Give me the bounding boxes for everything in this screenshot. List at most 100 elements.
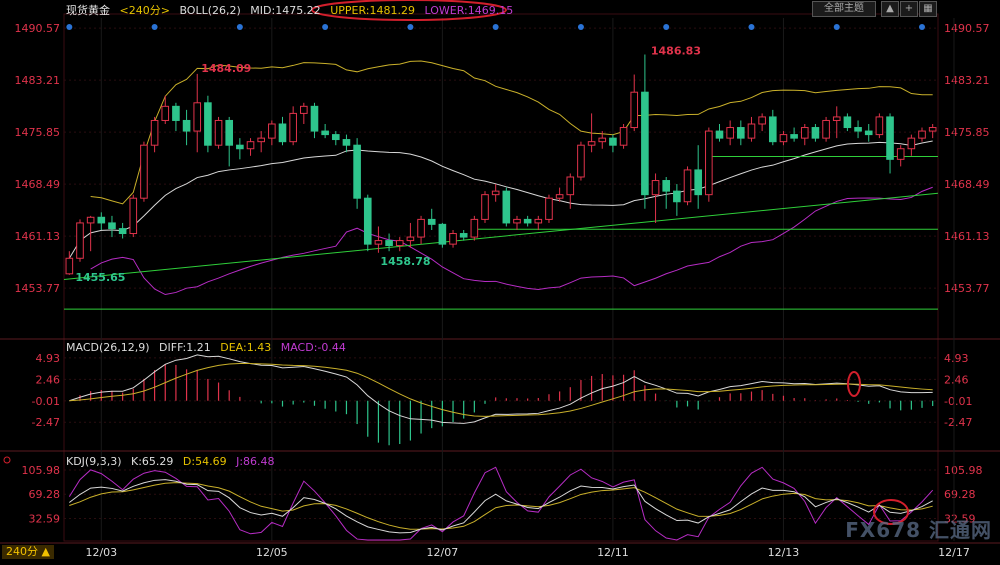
candle-body — [129, 197, 138, 235]
candle-body — [86, 216, 95, 224]
candle-body — [513, 218, 521, 224]
candle-body — [278, 123, 287, 143]
boll-upper-value: UPPER:1481.29 — [330, 4, 415, 17]
candle-body — [715, 130, 724, 139]
candle-body — [97, 216, 106, 224]
candle-body — [641, 91, 649, 196]
price-tick-label-left: 1461.13 — [15, 230, 61, 243]
macd-title: MACD(26,12,9) — [66, 341, 150, 354]
candle-body — [587, 141, 596, 146]
annotation-low-left: 1455.65 — [75, 271, 125, 284]
candle-body — [449, 233, 457, 245]
instrument-name: 现货黄金 — [66, 4, 110, 17]
macd-tick-label-left: -0.01 — [32, 395, 60, 408]
price-tick-label-left: 1475.85 — [15, 126, 61, 139]
boll-mid-line — [68, 140, 933, 259]
event-dot-icon — [919, 24, 926, 30]
theme-select[interactable]: 全部主题 — [812, 1, 876, 17]
event-dot-icon — [577, 24, 584, 30]
kdj-title: KDJ(9,3,3) — [66, 455, 122, 468]
event-dot-icon — [407, 24, 414, 30]
chart-svg: 1490.57 1490.57 1483.21 1483.21 1475.85 1475.… — [0, 0, 1000, 559]
price-tick-label-left: 1490.57 — [15, 22, 61, 35]
candle-body — [257, 137, 265, 143]
candle-body — [118, 228, 127, 235]
candle-body — [65, 257, 74, 275]
candle-body — [662, 180, 671, 192]
candle-body — [566, 176, 575, 196]
candle-body — [193, 102, 202, 132]
macd-header: MACD(26,12,9) DIFF:1.21 DEA:1.43 MACD:-0… — [66, 341, 352, 354]
candle-body — [555, 194, 564, 199]
price-tick-label-right: 1453.77 — [944, 282, 990, 295]
kdj-settings-icon — [3, 456, 11, 464]
macd-tick-label-left: -2.47 — [32, 416, 60, 429]
chart-up-arrow-icon[interactable]: ▲ — [881, 1, 899, 17]
candle-body — [875, 116, 884, 136]
candle-body — [363, 197, 372, 245]
annotation-high-right: 1486.83 — [651, 45, 701, 58]
candle-body — [342, 139, 351, 146]
macd-tick-label-left: 4.93 — [36, 352, 61, 365]
macd-diff-line — [69, 354, 933, 424]
x-tick-label: 12/03 — [85, 546, 117, 559]
price-tick-label-left: 1483.21 — [15, 74, 61, 87]
kdj-tick-label-left: 69.28 — [29, 488, 61, 501]
boll-lower-value: LOWER:1469.15 — [424, 4, 514, 17]
chart-grid-icon[interactable]: ▦ — [919, 1, 937, 17]
candle-body — [832, 116, 841, 121]
chart-add-icon[interactable]: + — [900, 1, 918, 17]
candle-body — [800, 127, 809, 139]
candle-body — [822, 119, 830, 139]
candle-body — [385, 240, 393, 247]
candle-body — [854, 127, 862, 132]
candle-body — [204, 102, 212, 146]
boll-label: BOLL(26,2) — [179, 4, 241, 17]
candle-body — [534, 218, 543, 224]
kdj-header: KDJ(9,3,3) K:65.29 D:54.69 J:86.48 — [66, 455, 281, 468]
candle-body — [172, 105, 180, 121]
macd-macd-value: MACD:-0.44 — [280, 341, 346, 354]
boll-lower-line — [90, 186, 933, 296]
event-dot-icon — [151, 24, 158, 30]
candle-body — [896, 148, 905, 160]
price-tick-label-right: 1461.13 — [944, 230, 990, 243]
candle-body — [705, 130, 713, 196]
price-tick-label-left: 1453.77 — [15, 282, 61, 295]
candle-body — [918, 130, 926, 139]
candle-body — [545, 197, 553, 220]
candle-body — [321, 130, 329, 136]
candle-body — [406, 236, 415, 242]
x-tick-label: 12/17 — [938, 546, 970, 559]
candle-body — [438, 223, 447, 245]
candle-body — [609, 137, 617, 146]
x-tick-label: 12/13 — [768, 546, 800, 559]
event-dot-icon — [492, 24, 499, 30]
kdj-tick-label-right: 105.98 — [944, 464, 983, 477]
kdj-j-line — [68, 466, 934, 541]
macd-tick-label-left: 2.46 — [36, 373, 61, 386]
candle-body — [481, 194, 489, 220]
macd-dea-line — [69, 363, 933, 417]
period-button[interactable]: 240分 ▲ — [2, 545, 54, 559]
candle-body — [928, 127, 937, 132]
candle-body — [427, 218, 436, 225]
candle-body — [790, 134, 798, 139]
kdj-k-value: K:65.29 — [131, 455, 174, 468]
event-dot-icon — [748, 24, 755, 30]
candle-body — [417, 218, 425, 238]
kdj-d-line — [69, 482, 933, 530]
event-dot-icon — [663, 24, 670, 30]
candle-body — [268, 123, 276, 139]
candle-body — [150, 119, 159, 146]
candle-body — [768, 116, 777, 143]
candle-body — [886, 116, 894, 160]
candle-body — [289, 112, 297, 143]
watermark: FX678 汇通网 — [845, 518, 992, 542]
macd-tick-label-right: -2.47 — [944, 416, 972, 429]
candle-body — [246, 141, 255, 150]
kdj-tick-label-left: 32.59 — [29, 512, 61, 525]
candle-body — [225, 119, 234, 146]
candle-body — [758, 116, 766, 125]
macd-diff-value: DIFF:1.21 — [159, 341, 211, 354]
